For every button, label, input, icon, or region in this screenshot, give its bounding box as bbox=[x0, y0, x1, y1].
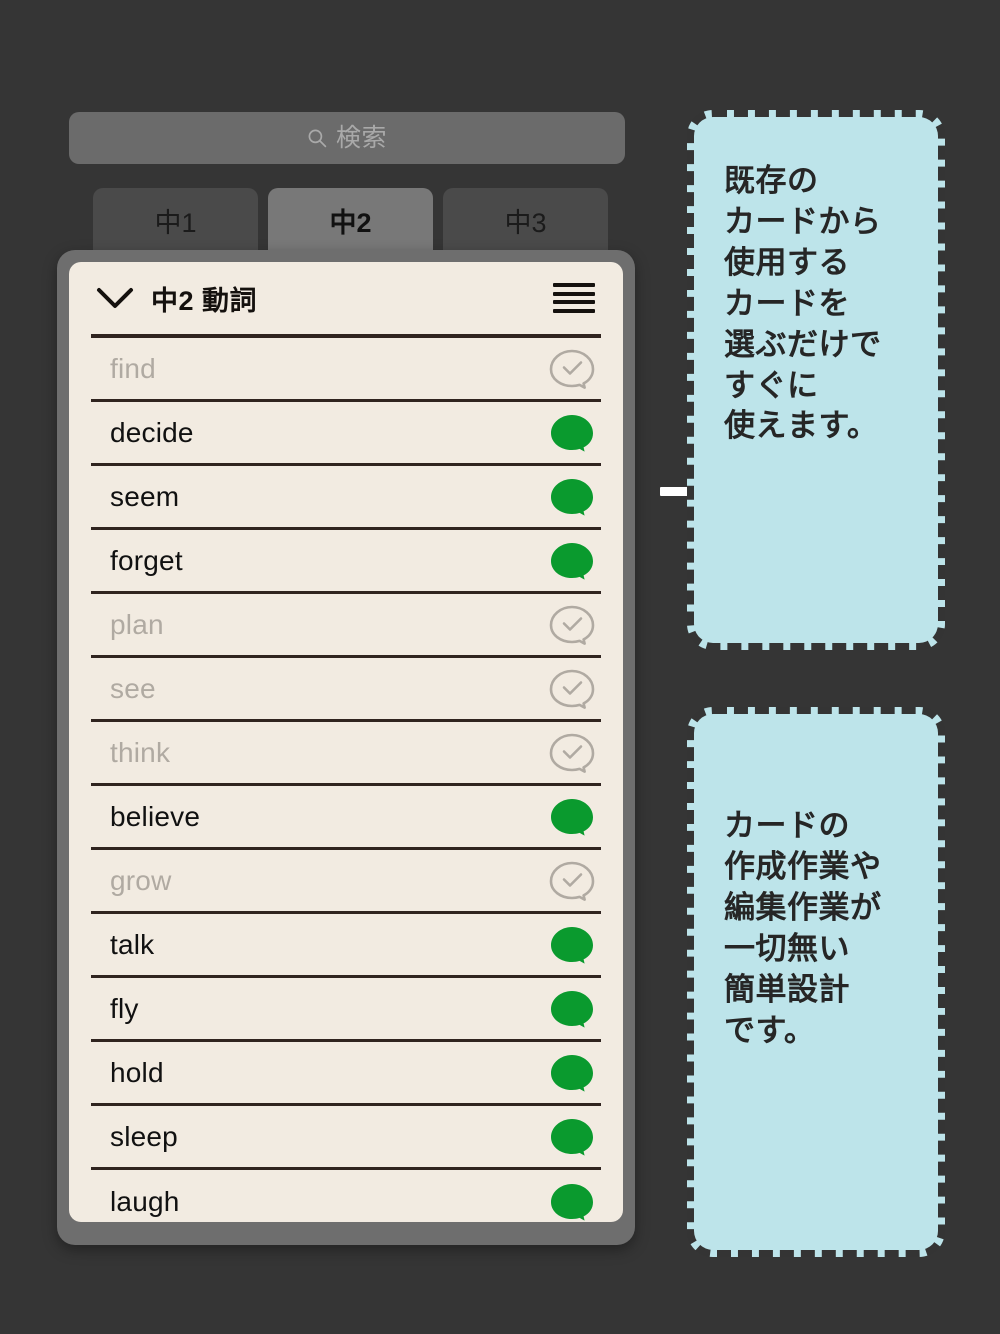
word-row[interactable]: find bbox=[91, 338, 601, 402]
callout-line: 使用する bbox=[724, 244, 850, 280]
word-label: fly bbox=[110, 992, 139, 1024]
hamburger-line bbox=[553, 283, 595, 287]
word-label: laugh bbox=[110, 1186, 180, 1217]
word-row[interactable]: decide bbox=[91, 402, 601, 466]
speech-bubble-filled-icon[interactable] bbox=[549, 1182, 595, 1222]
speech-bubble-filled-icon[interactable] bbox=[549, 541, 595, 581]
card-title: 中2 動詞 bbox=[151, 285, 258, 316]
hamburger-line bbox=[553, 300, 595, 305]
callout-line: 一切無い bbox=[724, 930, 850, 966]
word-label: forget bbox=[110, 544, 183, 576]
tab-chu1[interactable]: 中1 bbox=[93, 188, 258, 256]
speech-bubble-check-icon[interactable] bbox=[549, 669, 595, 709]
speech-bubble-filled-icon[interactable] bbox=[549, 1117, 595, 1157]
hamburger-line bbox=[553, 291, 595, 296]
callout-line: です。 bbox=[724, 1012, 816, 1048]
callout-line: カードから bbox=[724, 203, 882, 239]
speech-bubble-check-icon[interactable] bbox=[549, 349, 595, 389]
chevron-down-icon[interactable] bbox=[95, 285, 135, 311]
word-list: find decide seem forget plan see think believe g… bbox=[69, 338, 623, 1222]
tab-chu2[interactable]: 中2 bbox=[268, 188, 433, 256]
speech-bubble-filled-icon[interactable] bbox=[549, 989, 595, 1029]
speech-bubble-filled-icon[interactable] bbox=[549, 925, 595, 965]
word-row[interactable]: seem bbox=[91, 466, 601, 530]
callout-line: すぐに bbox=[724, 367, 819, 403]
callout-no-editing: カードの作成作業や編集作業が一切無い簡単設計です。 bbox=[687, 707, 945, 1257]
callout-line: カードを bbox=[724, 285, 850, 321]
callout-line: 既存の bbox=[724, 163, 819, 198]
word-label: decide bbox=[110, 416, 194, 448]
word-row[interactable]: laugh bbox=[91, 1170, 601, 1222]
speech-bubble-filled-icon[interactable] bbox=[549, 797, 595, 837]
speech-bubble-filled-icon[interactable] bbox=[549, 477, 595, 517]
word-row[interactable]: believe bbox=[91, 786, 601, 850]
app-pane: 検索 中1 中2 中3 中2 動詞 find decide seem forge… bbox=[0, 0, 670, 1334]
word-label: grow bbox=[110, 864, 172, 896]
word-label: believe bbox=[110, 800, 201, 832]
word-row[interactable]: grow bbox=[91, 850, 601, 914]
word-label: sleep bbox=[110, 1120, 178, 1152]
word-label: talk bbox=[110, 928, 155, 960]
callout-line: 編集作業が bbox=[724, 889, 882, 925]
word-row[interactable]: think bbox=[91, 722, 601, 786]
word-row[interactable]: fly bbox=[91, 978, 601, 1042]
tab-chu3[interactable]: 中3 bbox=[443, 188, 608, 256]
callout-line: 使えます。 bbox=[724, 408, 879, 444]
word-label: seem bbox=[110, 480, 180, 512]
tab-strip: 中1 中2 中3 bbox=[93, 188, 608, 256]
callout-line: 作成作業や bbox=[724, 848, 882, 884]
speech-bubble-filled-icon[interactable] bbox=[549, 1053, 595, 1093]
speech-bubble-check-icon[interactable] bbox=[549, 861, 595, 901]
word-label: plan bbox=[110, 608, 164, 640]
search-input[interactable]: 検索 bbox=[69, 112, 625, 164]
word-row[interactable]: forget bbox=[91, 530, 601, 594]
word-label: find bbox=[110, 352, 156, 384]
speech-bubble-check-icon[interactable] bbox=[549, 605, 595, 645]
word-row[interactable]: hold bbox=[91, 1042, 601, 1106]
callout-line: カードの bbox=[724, 808, 850, 843]
callout-line: 選ぶだけで bbox=[724, 326, 882, 362]
word-label: hold bbox=[110, 1056, 164, 1088]
search-icon bbox=[307, 128, 327, 148]
card-shell: 中2 動詞 find decide seem forget plan see think be… bbox=[57, 250, 635, 1245]
hamburger-menu-icon[interactable] bbox=[553, 283, 595, 313]
word-row[interactable]: plan bbox=[91, 594, 601, 658]
speech-bubble-check-icon[interactable] bbox=[549, 733, 595, 773]
word-label: think bbox=[110, 736, 171, 768]
word-row[interactable]: talk bbox=[91, 914, 601, 978]
search-placeholder: 検索 bbox=[335, 123, 387, 152]
card-header: 中2 動詞 bbox=[69, 262, 623, 334]
hamburger-line bbox=[553, 308, 595, 313]
card-surface: 中2 動詞 find decide seem forget plan see think be… bbox=[69, 262, 623, 1222]
word-row[interactable]: see bbox=[91, 658, 601, 722]
word-label: see bbox=[110, 672, 156, 704]
callout-line: 簡単設計 bbox=[724, 971, 850, 1007]
word-row[interactable]: sleep bbox=[91, 1106, 601, 1170]
callout-existing-cards: 既存のカードから使用するカードを選ぶだけですぐに使えます。 bbox=[687, 110, 945, 650]
speech-bubble-filled-icon[interactable] bbox=[549, 413, 595, 453]
